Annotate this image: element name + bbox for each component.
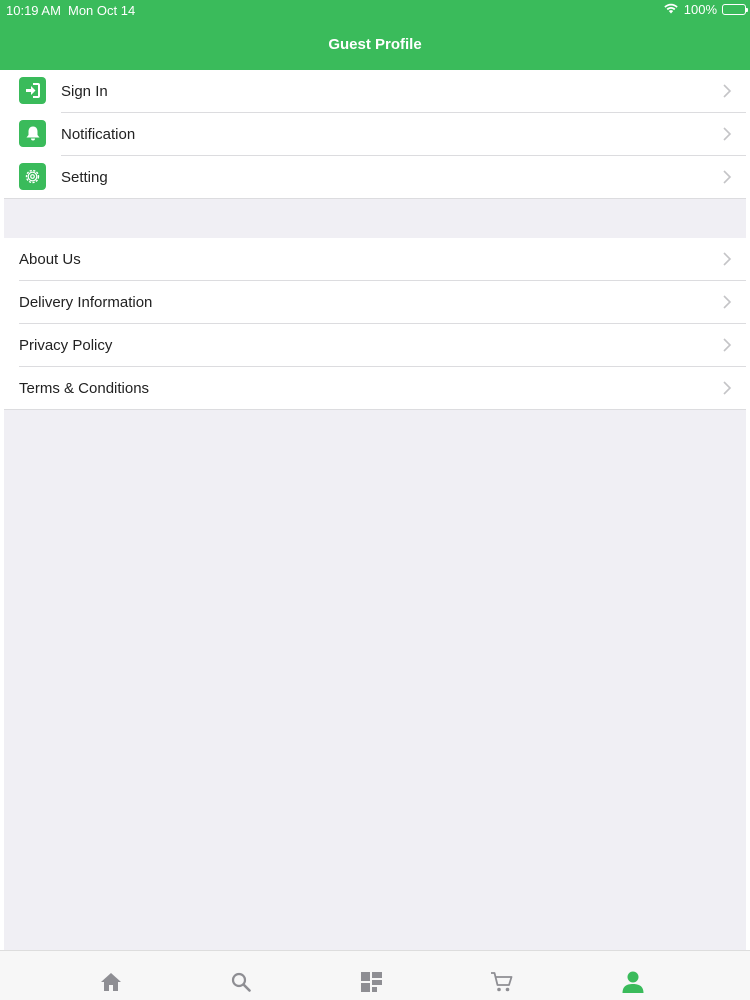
chevron-right-icon [723, 381, 732, 395]
battery-percentage: 100% [683, 2, 717, 17]
search-icon [231, 972, 251, 992]
cart-icon [491, 972, 513, 992]
menu-item-label: Notification [61, 126, 136, 143]
battery-icon [722, 4, 748, 15]
menu-item-setting[interactable]: Setting [4, 156, 746, 199]
tab-home[interactable] [96, 969, 126, 995]
tab-search[interactable] [226, 969, 256, 995]
chevron-right-icon [723, 252, 732, 266]
bell-icon [19, 120, 46, 147]
menu-item-label: Terms & Conditions [19, 380, 150, 397]
menu-item-sign-in[interactable]: Sign In [4, 70, 746, 113]
profile-content: Sign In Notification Setting About Us De… [4, 70, 746, 950]
menu-item-label: Sign In [61, 83, 108, 100]
chevron-right-icon [723, 295, 732, 309]
menu-item-delivery-information[interactable]: Delivery Information [4, 281, 746, 324]
chevron-right-icon [723, 338, 732, 352]
chevron-right-icon [723, 127, 732, 141]
menu-item-about-us[interactable]: About Us [4, 238, 746, 281]
page-title: Guest Profile [328, 36, 422, 53]
info-menu-group: About Us Delivery Information Privacy Po… [4, 238, 746, 410]
profile-icon [622, 971, 644, 993]
menu-item-label: Privacy Policy [19, 337, 113, 354]
sign-in-icon [19, 77, 46, 104]
navigation-header: 10:19 AM Mon Oct 14 100% Guest Profile [0, 0, 750, 70]
home-icon [101, 973, 121, 991]
tab-cart[interactable] [487, 969, 517, 995]
tab-categories[interactable] [357, 969, 387, 995]
tab-profile[interactable] [618, 969, 648, 995]
menu-item-notification[interactable]: Notification [4, 113, 746, 156]
account-menu-group: Sign In Notification Setting [4, 70, 746, 199]
menu-item-terms-conditions[interactable]: Terms & Conditions [4, 367, 746, 410]
status-bar: 10:19 AM Mon Oct 14 100% [0, 0, 750, 22]
status-date: Mon Oct 14 [68, 3, 136, 18]
menu-item-label: Setting [61, 169, 108, 186]
menu-item-privacy-policy[interactable]: Privacy Policy [4, 324, 746, 367]
chevron-right-icon [723, 170, 732, 184]
menu-item-label: Delivery Information [19, 294, 153, 311]
categories-icon [361, 972, 382, 992]
tab-bar [0, 950, 750, 1000]
menu-item-label: About Us [19, 251, 81, 268]
chevron-right-icon [723, 84, 732, 98]
gear-icon [19, 163, 46, 190]
wifi-icon [663, 2, 679, 17]
status-time: 10:19 AM [6, 3, 61, 18]
status-indicators: 100% [663, 2, 748, 17]
